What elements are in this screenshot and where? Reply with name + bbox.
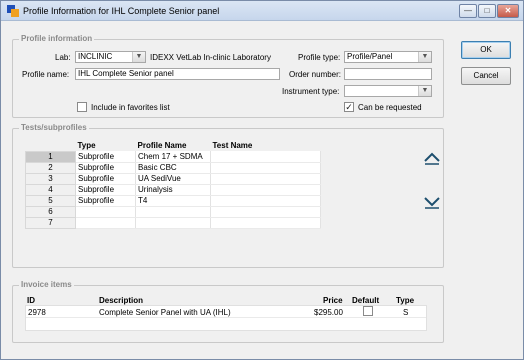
move-up-arrow-icon[interactable]	[423, 149, 441, 167]
instrument-type-label: Instrument type:	[282, 87, 340, 96]
order-number-input[interactable]	[344, 68, 432, 80]
order-number-label: Order number:	[289, 70, 342, 79]
window-title: Profile Information for IHL Complete Sen…	[23, 6, 220, 16]
lab-label: Lab:	[55, 53, 71, 62]
can-be-requested-label: Can be requested	[358, 103, 422, 112]
table-row[interactable]: 3 Subprofile UA SediVue	[25, 172, 321, 185]
cell-test-name[interactable]	[210, 151, 321, 163]
profile-type-value: Profile/Panel	[347, 52, 393, 61]
column-header-type[interactable]: Type	[76, 140, 136, 151]
invoice-cell-type[interactable]: S	[403, 308, 408, 317]
cell-type[interactable]: Subprofile	[75, 151, 136, 163]
table-row[interactable]: 7	[25, 216, 321, 229]
close-button[interactable]: ✕	[497, 4, 519, 18]
cell-test-name[interactable]	[210, 195, 321, 207]
invoice-cell-id[interactable]: 2978	[28, 308, 46, 317]
profile-information-title: Profile information	[19, 34, 95, 43]
row-header-corner	[26, 140, 76, 151]
row-number[interactable]: 5	[25, 194, 76, 207]
profile-type-select[interactable]: Profile/Panel ▼	[344, 51, 432, 63]
tests-table: Type Profile Name Test Name 1 Subprofile…	[25, 140, 321, 229]
table-row[interactable]: 6	[25, 205, 321, 218]
row-number[interactable]: 6	[25, 205, 76, 218]
invoice-cell-description[interactable]: Complete Senior Panel with UA (IHL)	[99, 308, 231, 317]
column-header-profile-name[interactable]: Profile Name	[136, 140, 211, 151]
cell-type[interactable]	[75, 217, 136, 229]
cell-type[interactable]: Subprofile	[75, 162, 136, 174]
invoice-column-type[interactable]: Type	[396, 296, 414, 305]
cell-test-name[interactable]	[210, 206, 321, 218]
cell-type[interactable]: Subprofile	[75, 195, 136, 207]
cell-profile-name[interactable]: Basic CBC	[135, 162, 211, 174]
profile-name-input[interactable]: IHL Complete Senior panel	[75, 68, 280, 80]
row-number[interactable]: 4	[25, 183, 76, 196]
row-number[interactable]: 7	[25, 216, 76, 229]
table-row[interactable]: 5 Subprofile T4	[25, 194, 321, 207]
column-header-test-name[interactable]: Test Name	[211, 140, 321, 151]
move-down-arrow-icon[interactable]	[423, 193, 441, 211]
chevron-down-icon[interactable]: ▼	[132, 52, 145, 62]
favorites-label: Include in favorites list	[91, 103, 170, 112]
instrument-type-select[interactable]: ▼	[344, 85, 432, 97]
tests-header-row: Type Profile Name Test Name	[26, 140, 321, 151]
row-number[interactable]: 3	[25, 172, 76, 185]
cell-profile-name[interactable]	[135, 217, 211, 229]
invoice-column-description[interactable]: Description	[99, 296, 143, 305]
row-number[interactable]: 2	[25, 161, 76, 174]
invoice-column-default[interactable]: Default	[352, 296, 379, 305]
invoice-items-title: Invoice items	[19, 280, 74, 289]
lab-select[interactable]: INCLINIC ▼	[75, 51, 146, 63]
invoice-default-checkbox[interactable]	[363, 306, 373, 316]
profile-name-label: Profile name:	[22, 70, 70, 79]
tests-subprofiles-title: Tests/subprofiles	[19, 123, 89, 132]
can-be-requested-checkbox[interactable]: ✓	[344, 102, 354, 112]
cell-test-name[interactable]	[210, 217, 321, 229]
profile-type-label: Profile type:	[298, 53, 341, 62]
cell-profile-name[interactable]: Urinalysis	[135, 184, 211, 196]
table-row[interactable]: 2 Subprofile Basic CBC	[25, 161, 321, 174]
chevron-down-icon[interactable]: ▼	[418, 52, 431, 62]
minimize-button[interactable]: —	[459, 4, 477, 18]
cell-profile-name[interactable]	[135, 206, 211, 218]
table-row[interactable]: 4 Subprofile Urinalysis	[25, 183, 321, 196]
cell-profile-name[interactable]: Chem 17 + SDMA	[135, 151, 211, 163]
title-bar[interactable]: Profile Information for IHL Complete Sen…	[1, 1, 523, 21]
table-row[interactable]: 2978 Complete Senior Panel with UA (IHL)…	[26, 306, 426, 318]
cancel-button[interactable]: Cancel	[461, 67, 511, 85]
invoice-column-id[interactable]: ID	[27, 296, 35, 305]
lab-description: IDEXX VetLab In-clinic Laboratory	[150, 53, 271, 62]
cell-test-name[interactable]	[210, 162, 321, 174]
app-icon	[7, 5, 19, 17]
profile-information-window: Profile Information for IHL Complete Sen…	[0, 0, 524, 360]
ok-button[interactable]: OK	[461, 41, 511, 59]
invoice-cell-price[interactable]: $295.00	[314, 308, 343, 317]
lab-select-value: INCLINIC	[78, 52, 113, 61]
cell-test-name[interactable]	[210, 173, 321, 185]
favorites-checkbox[interactable]	[77, 102, 87, 112]
chevron-down-icon[interactable]: ▼	[418, 86, 431, 96]
cell-type[interactable]: Subprofile	[75, 184, 136, 196]
table-row[interactable]: 1 Subprofile Chem 17 + SDMA	[25, 150, 321, 163]
cell-test-name[interactable]	[210, 184, 321, 196]
maximize-button[interactable]: □	[478, 4, 496, 18]
cell-profile-name[interactable]: UA SediVue	[135, 173, 211, 185]
cell-type[interactable]: Subprofile	[75, 173, 136, 185]
cell-type[interactable]	[75, 206, 136, 218]
cell-profile-name[interactable]: T4	[135, 195, 211, 207]
row-number[interactable]: 1	[25, 150, 76, 163]
invoice-column-price[interactable]: Price	[323, 296, 343, 305]
invoice-table: 2978 Complete Senior Panel with UA (IHL)…	[25, 305, 427, 331]
